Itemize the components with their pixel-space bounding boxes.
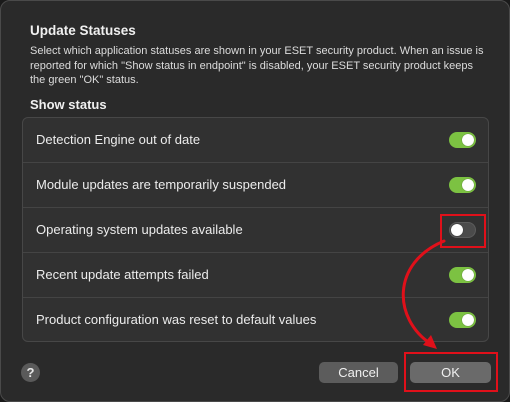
status-label: Module updates are temporarily suspended (36, 177, 287, 192)
status-list: Detection Engine out of date Module upda… (22, 117, 489, 342)
toggle-switch[interactable] (449, 222, 476, 238)
toggle-knob (462, 134, 474, 146)
toggle-knob (462, 269, 474, 281)
toggle-knob (451, 224, 463, 236)
dialog-description: Select which application statuses are sh… (30, 45, 484, 86)
update-statuses-dialog: Update Statuses Select which application… (0, 0, 510, 402)
cancel-button[interactable]: Cancel (319, 362, 398, 383)
status-label: Operating system updates available (36, 222, 243, 237)
help-icon[interactable]: ? (21, 363, 40, 382)
status-row-os-updates: Operating system updates available (23, 208, 488, 253)
ok-button[interactable]: OK (410, 362, 491, 383)
toggle-switch[interactable] (449, 267, 476, 283)
status-label: Recent update attempts failed (36, 267, 209, 282)
toggle-switch[interactable] (449, 177, 476, 193)
status-label: Detection Engine out of date (36, 132, 201, 147)
toggle-knob (462, 314, 474, 326)
status-row-detection-engine: Detection Engine out of date (23, 118, 488, 163)
toggle-switch[interactable] (449, 132, 476, 148)
status-row-module-updates: Module updates are temporarily suspended (23, 163, 488, 208)
section-title: Show status (30, 97, 107, 112)
dialog-title: Update Statuses (30, 23, 136, 38)
status-label: Product configuration was reset to defau… (36, 312, 317, 327)
status-row-config-reset: Product configuration was reset to defau… (23, 298, 488, 343)
toggle-knob (462, 179, 474, 191)
status-row-update-attempts: Recent update attempts failed (23, 253, 488, 298)
toggle-switch[interactable] (449, 312, 476, 328)
